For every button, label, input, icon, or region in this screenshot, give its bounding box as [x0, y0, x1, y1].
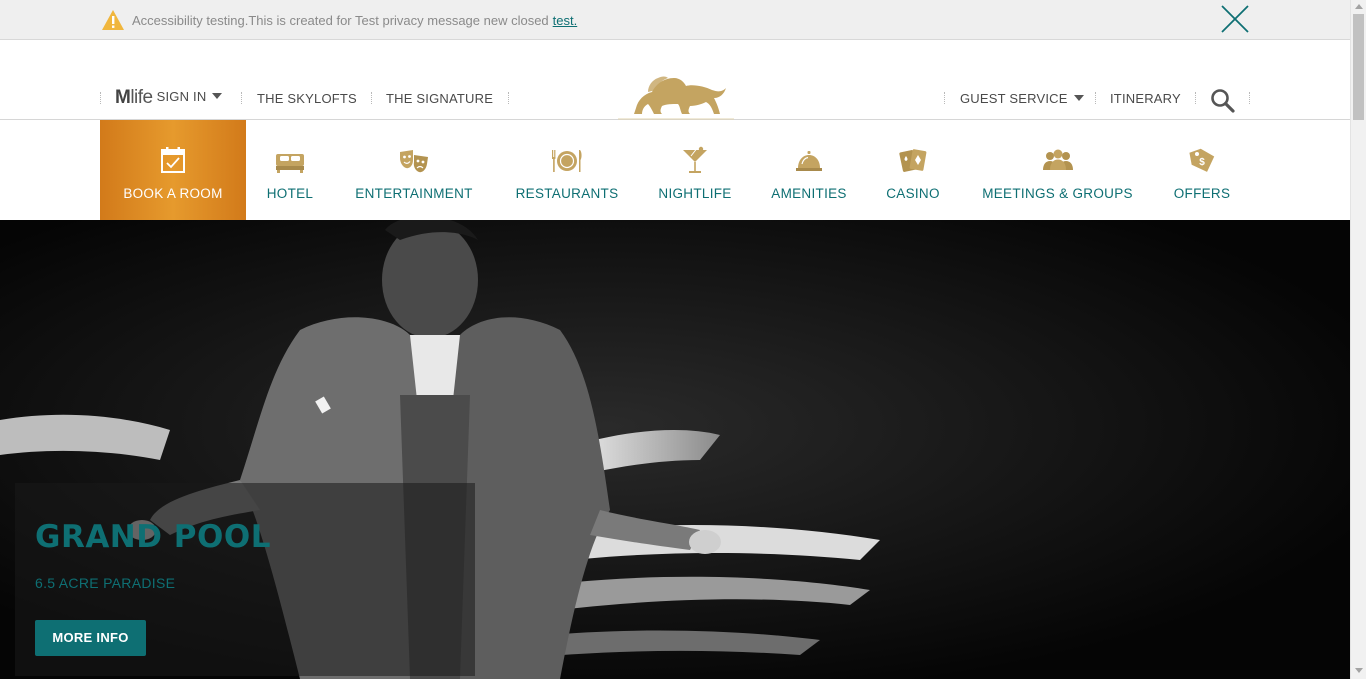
divider — [944, 92, 945, 104]
search-icon[interactable] — [1210, 88, 1236, 114]
more-info-button[interactable]: MORE INFO — [35, 620, 146, 656]
scroll-up-arrow-icon[interactable] — [1355, 4, 1363, 9]
nav-casino[interactable]: CASINO — [876, 120, 950, 220]
divider — [1095, 92, 1096, 104]
group-people-icon — [1042, 149, 1073, 170]
mlife-logo: Mlife — [115, 87, 153, 108]
divider — [241, 92, 242, 104]
svg-text:$: $ — [1199, 157, 1205, 168]
plate-fork-knife-icon — [552, 150, 582, 172]
page: Accessibility testing.This is created fo… — [0, 0, 1366, 679]
itinerary-link[interactable]: ITINERARY — [1110, 91, 1181, 106]
divider — [508, 92, 509, 104]
nav-label: HOTEL — [266, 186, 314, 201]
service-bell-icon — [796, 151, 822, 171]
sign-in-label: SIGN IN — [156, 89, 207, 104]
chevron-down-icon — [212, 93, 223, 99]
nav-restaurants[interactable]: RESTAURANTS — [505, 120, 629, 220]
divider — [1249, 92, 1250, 104]
nav-label: BOOK A ROOM — [123, 186, 223, 201]
bed-icon — [276, 154, 304, 173]
divider — [100, 92, 101, 104]
price-tag-icon: $ — [1189, 148, 1215, 172]
close-x-icon[interactable] — [1218, 3, 1252, 35]
utility-nav: Mlife SIGN IN THE SKYLOFTS THE SIGNATURE … — [0, 40, 1350, 120]
warning-triangle-icon — [102, 10, 124, 30]
nav-amenities[interactable]: AMENITIES — [761, 120, 857, 220]
calendar-check-icon — [161, 147, 185, 173]
divider — [371, 92, 372, 104]
privacy-notice-bar: Accessibility testing.This is created fo… — [0, 0, 1350, 40]
guest-service-menu[interactable]: GUEST SERVICE — [960, 91, 1084, 106]
page-scrollbar[interactable] — [1350, 0, 1366, 679]
nav-label: MEETINGS & GROUPS — [982, 186, 1133, 201]
mlife-logo-life: life — [130, 87, 153, 108]
main-nav: BOOK A ROOM HOTEL ENTERTAINMENT RESTAURA… — [0, 120, 1350, 220]
nav-label: OFFERS — [1173, 186, 1231, 201]
nav-offers[interactable]: $ OFFERS — [1164, 120, 1240, 220]
lion-logo-icon[interactable] — [618, 70, 734, 120]
mlife-sign-in[interactable]: Mlife SIGN IN — [115, 87, 223, 109]
guest-service-label: GUEST SERVICE — [960, 91, 1068, 106]
skylofts-link[interactable]: THE SKYLOFTS — [257, 91, 357, 106]
nav-nightlife[interactable]: NIGHTLIFE — [648, 120, 742, 220]
notice-text: Accessibility testing.This is created fo… — [132, 13, 549, 28]
nav-label: AMENITIES — [771, 186, 847, 201]
mlife-logo-m: M — [115, 87, 131, 108]
hero-content-panel: GRAND POOL 6.5 ACRE PARADISE MORE INFO — [15, 483, 475, 676]
nav-entertainment[interactable]: ENTERTAINMENT — [344, 120, 484, 220]
signature-link[interactable]: THE SIGNATURE — [386, 91, 493, 106]
nav-book-a-room[interactable]: BOOK A ROOM — [100, 120, 246, 220]
nav-label: NIGHTLIFE — [658, 186, 732, 201]
hero-subtitle: 6.5 ACRE PARADISE — [35, 575, 176, 591]
theater-masks-icon — [400, 150, 428, 173]
chevron-down-icon — [1073, 95, 1084, 101]
scrollbar-thumb[interactable] — [1353, 14, 1364, 120]
nav-label: CASINO — [886, 186, 940, 201]
playing-cards-icon — [899, 149, 927, 172]
nav-hotel[interactable]: HOTEL — [254, 120, 326, 220]
nav-label: ENTERTAINMENT — [355, 186, 473, 201]
scroll-down-arrow-icon[interactable] — [1355, 668, 1363, 673]
divider — [1195, 92, 1196, 104]
nav-label: RESTAURANTS — [515, 186, 619, 201]
hero-title: GRAND POOL — [35, 519, 271, 555]
notice-message: Accessibility testing.This is created fo… — [132, 13, 577, 28]
nav-meetings-groups[interactable]: MEETINGS & GROUPS — [970, 120, 1145, 220]
hero-banner: GRAND POOL 6.5 ACRE PARADISE MORE INFO — [0, 220, 1350, 679]
cocktail-glass-icon — [683, 146, 707, 173]
notice-link[interactable]: test. — [553, 13, 578, 28]
